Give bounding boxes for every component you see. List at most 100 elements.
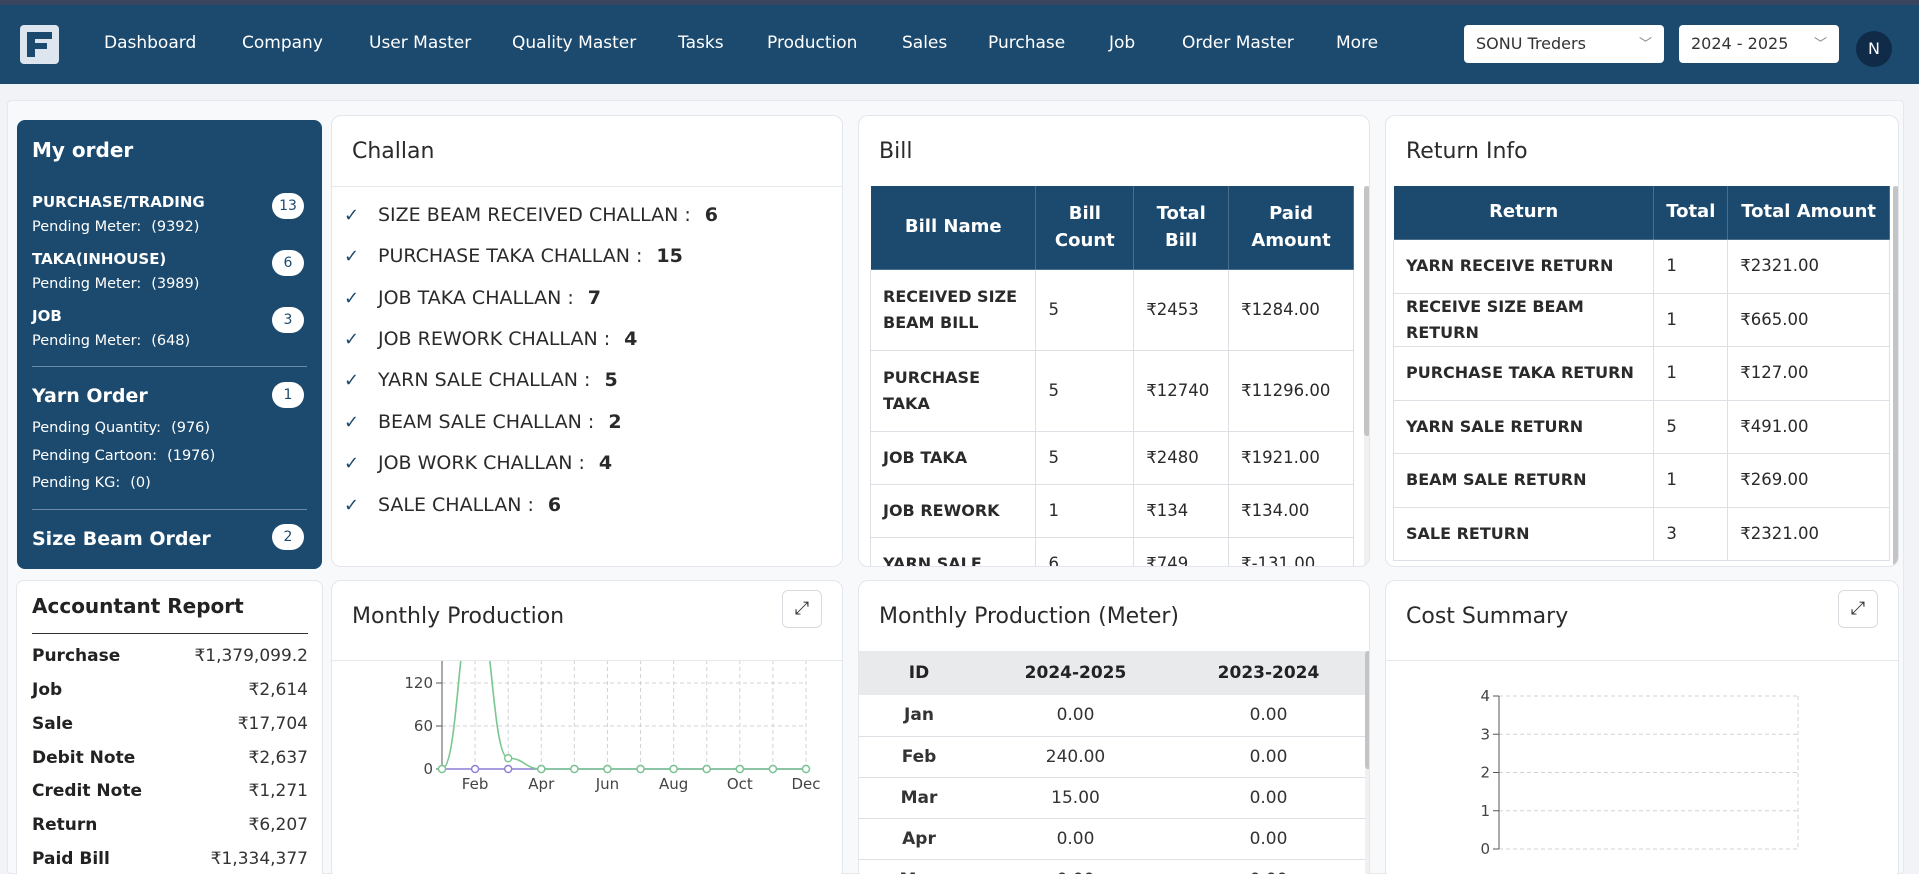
table-row[interactable]: YARN RECEIVE RETURN 1 ₹2321.00 xyxy=(1392,239,1890,294)
app-logo-icon[interactable] xyxy=(20,25,59,64)
current-year-cell: 0.00 xyxy=(979,695,1172,737)
pending-meter-line: Pending Meter: (3989) xyxy=(32,276,199,292)
nav-dashboard[interactable]: Dashboard xyxy=(104,33,196,53)
bill-total: ₹12740 xyxy=(1133,350,1230,432)
y-tick-label: 0 xyxy=(423,760,433,778)
nav-purchase[interactable]: Purchase xyxy=(988,33,1065,53)
count-badge: 2 xyxy=(272,524,304,550)
report-value: ₹1,379,099.2 xyxy=(194,646,308,666)
bill-count: 5 xyxy=(1035,350,1135,432)
count-badge: 3 xyxy=(272,307,304,333)
bill-count: 5 xyxy=(1035,431,1135,485)
scrollbar-thumb[interactable] xyxy=(1365,651,1369,769)
nav-user-master[interactable]: User Master xyxy=(369,33,471,53)
challan-label: JOB REWORK CHALLAN : xyxy=(378,328,611,350)
nav-sales[interactable]: Sales xyxy=(902,33,947,53)
return-amount: ₹665.00 xyxy=(1727,292,1890,347)
report-label: Sale xyxy=(32,714,74,734)
size-beam-order-heading[interactable]: Size Beam Order xyxy=(32,528,211,550)
line-label: Pending KG: xyxy=(32,475,121,491)
y-tick-label: 4 xyxy=(1480,687,1490,705)
table-row[interactable]: RECEIVE SIZE BEAM RETURN 1 ₹665.00 xyxy=(1392,292,1890,347)
table-row[interactable]: YARN SALE 6 ₹749 ₹-131.00 xyxy=(869,537,1354,566)
data-point xyxy=(470,764,480,774)
company-select[interactable]: SONU Treders ﹀ xyxy=(1464,25,1664,63)
table-row[interactable]: SALE RETURN 3 ₹2321.00 xyxy=(1392,506,1890,561)
table-row[interactable]: Jan 0.00 0.00 xyxy=(859,695,1365,737)
challan-item[interactable]: ✓ BEAM SALE CHALLAN : 2 xyxy=(344,411,622,433)
nav-more[interactable]: More xyxy=(1336,33,1378,53)
user-avatar[interactable]: N xyxy=(1856,31,1892,67)
challan-count: 4 xyxy=(624,328,638,350)
nav-production[interactable]: Production xyxy=(767,33,857,53)
order-group-purchase-trading[interactable]: PURCHASE/TRADING xyxy=(32,193,205,211)
challan-label: JOB TAKA CHALLAN : xyxy=(378,287,574,309)
expand-icon[interactable]: ⤢ xyxy=(782,590,822,628)
pending-meter-value: (648) xyxy=(151,333,191,349)
scrollbar-thumb[interactable] xyxy=(1893,186,1898,566)
x-tick-label: Apr xyxy=(528,775,555,793)
challan-item[interactable]: ✓ SIZE BEAM RECEIVED CHALLAN : 6 xyxy=(344,204,718,226)
divider xyxy=(32,633,308,634)
table-row[interactable]: PURCHASE TAKA RETURN 1 ₹127.00 xyxy=(1392,346,1890,401)
monthly-production-chart: 060120180240FebAprJunAugOctDec xyxy=(404,661,821,793)
column-header: ID xyxy=(859,651,979,695)
challan-item[interactable]: ✓ JOB TAKA CHALLAN : 7 xyxy=(344,287,601,309)
accountant-report-card: Accountant Report Purchase ₹1,379,099.2 J… xyxy=(16,580,323,874)
monthly-production-title: Monthly Production xyxy=(352,604,565,629)
bill-name: JOB TAKA xyxy=(869,431,1037,485)
cost-summary-card: Cost Summary ⤢ 0 1 2 3 4 xyxy=(1385,580,1899,874)
order-group-taka-inhouse[interactable]: TAKA(INHOUSE) xyxy=(32,250,166,268)
table-row[interactable]: JOB REWORK 1 ₹134 ₹134.00 xyxy=(869,484,1354,538)
report-value: ₹1,334,377 xyxy=(210,849,308,869)
order-group-job[interactable]: JOB xyxy=(32,307,62,325)
return-info-title: Return Info xyxy=(1406,139,1528,164)
table-row[interactable]: Mar 15.00 0.00 xyxy=(859,777,1365,819)
monthly-production-meter-title: Monthly Production (Meter) xyxy=(879,604,1180,629)
table-row[interactable]: YARN SALE RETURN 5 ₹491.00 xyxy=(1392,399,1890,454)
table-row[interactable]: Feb 240.00 0.00 xyxy=(859,736,1365,778)
check-icon: ✓ xyxy=(344,453,360,474)
nav-tasks[interactable]: Tasks xyxy=(678,33,724,53)
nav-quality-master[interactable]: Quality Master xyxy=(512,33,636,53)
challan-label: SIZE BEAM RECEIVED CHALLAN : xyxy=(378,204,691,226)
challan-item[interactable]: ✓ PURCHASE TAKA CHALLAN : 15 xyxy=(344,245,683,267)
return-total: 1 xyxy=(1653,239,1729,294)
challan-item[interactable]: ✓ JOB REWORK CHALLAN : 4 xyxy=(344,328,637,350)
table-row[interactable]: RECEIVED SIZE BEAM BILL 5 ₹2453 ₹1284.00 xyxy=(869,269,1354,351)
data-point xyxy=(570,764,579,774)
pending-meter-label: Pending Meter: xyxy=(32,219,142,235)
challan-card: Challan ✓ SIZE BEAM RECEIVED CHALLAN : 6 ✓… xyxy=(331,115,843,567)
challan-item[interactable]: ✓ JOB WORK CHALLAN : 4 xyxy=(344,452,612,474)
pending-meter-label: Pending Meter: xyxy=(32,276,142,292)
nav-job[interactable]: Job xyxy=(1109,33,1135,53)
challan-item[interactable]: ✓ YARN SALE CHALLAN : 5 xyxy=(344,369,618,391)
challan-item[interactable]: ✓ SALE CHALLAN : 6 xyxy=(344,494,561,516)
nav-order-master[interactable]: Order Master xyxy=(1182,33,1294,53)
current-year-cell: 0.00 xyxy=(979,818,1172,860)
nav-company[interactable]: Company xyxy=(242,33,323,53)
table-row[interactable]: JOB TAKA 5 ₹2480 ₹1921.00 xyxy=(869,431,1354,485)
chevron-down-icon: ﹀ xyxy=(1638,37,1652,52)
data-point xyxy=(603,764,612,774)
bill-total: ₹2480 xyxy=(1133,431,1230,485)
table-row[interactable]: May0.000.00 xyxy=(859,859,1365,874)
year-select[interactable]: 2024 - 2025 ﹀ xyxy=(1679,25,1839,63)
table-row[interactable]: PURCHASE TAKA 5 ₹12740 ₹11296.00 xyxy=(869,350,1354,432)
scrollbar-thumb[interactable] xyxy=(1364,186,1369,436)
expand-icon[interactable]: ⤢ xyxy=(1838,590,1878,628)
month-cell: Jan xyxy=(859,695,979,737)
report-value: ₹2,614 xyxy=(248,680,308,700)
y-tick-label: 1 xyxy=(1480,802,1490,820)
yarn-order-heading[interactable]: Yarn Order xyxy=(32,385,148,407)
return-name: BEAM SALE RETURN xyxy=(1392,453,1655,508)
data-point xyxy=(503,764,513,774)
line-value: (976) xyxy=(171,420,211,436)
x-tick-label: Dec xyxy=(791,775,820,793)
bill-count: 5 xyxy=(1035,269,1135,351)
line-label: Pending Cartoon: xyxy=(32,448,158,464)
report-value: ₹6,207 xyxy=(248,815,308,835)
table-row[interactable]: Apr 0.00 0.00 xyxy=(859,818,1365,860)
check-icon: ✓ xyxy=(344,205,360,226)
table-row[interactable]: BEAM SALE RETURN 1 ₹269.00 xyxy=(1392,453,1890,508)
